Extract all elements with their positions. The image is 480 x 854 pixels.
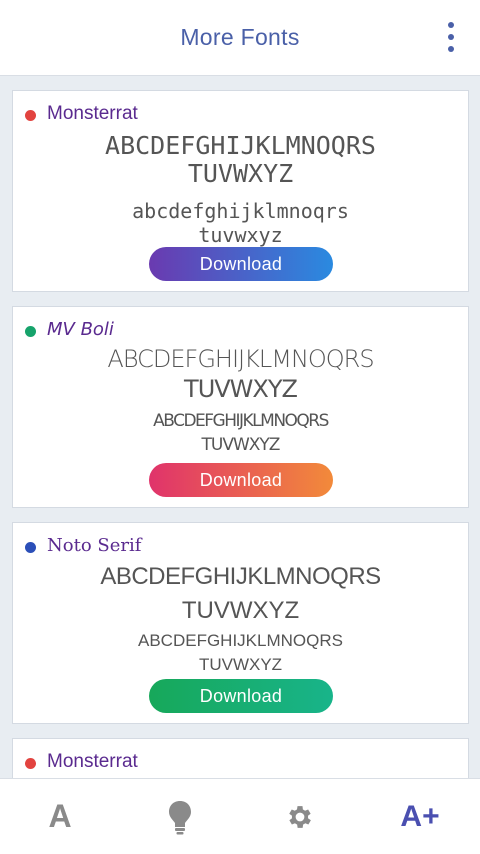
sample-lowercase-line1: ABCDEFGHIJKLMNOQRS [153,411,329,431]
sample-uppercase-line2: TUVWXYZ [184,375,298,403]
font-card: Noto Serif ABCDEFGHIJKLMNOQRS TUVWXYZ AB… [12,522,469,724]
lightbulb-icon [169,800,191,834]
gear-icon [289,805,311,828]
font-name: MV Boli [47,319,114,340]
download-button[interactable]: Download [149,463,333,497]
nav-item-tips[interactable] [140,787,220,847]
font-a-icon: A [48,798,72,834]
status-dot [25,326,36,337]
sample-lowercase-line2: TUVWXYZ [201,435,281,455]
font-card: MV Boli ABCDEFGHIJKLMNOQRS TUVWXYZ ABCDE… [12,306,469,508]
font-list[interactable]: Monsterrat ABCDEFGHIJKLMNOQRS TUVWXYZ ab… [0,76,480,778]
page-title: More Fonts [180,24,300,50]
font-name: Noto Serif [47,535,142,556]
sample-uppercase-line1: ABCDEFGHIJKLMNOQRS [105,131,376,160]
status-dot [25,110,36,121]
sample-lowercase-line2: tuvwxyz [198,223,283,247]
download-button[interactable]: Download [149,679,333,713]
sample-lowercase-line1: abcdefghijklmnoqrs [132,199,349,223]
sample-uppercase-line1: ABCDEFGHIJKLMNOQRS [100,563,381,590]
font-name: Monsterrat [47,751,138,772]
app-header: More Fonts [0,0,480,76]
font-card: Monsterrat [12,738,469,778]
font-add-icon: A+ [400,799,440,833]
font-name: Monsterrat [47,103,138,124]
nav-item-fonts[interactable]: A [20,787,100,847]
nav-item-settings[interactable] [260,787,340,847]
more-vert-icon[interactable] [444,22,458,52]
sample-uppercase-line2: TUVWXYZ [187,159,294,188]
sample-uppercase-line1: ABCDEFGHIJKLMNOQRS [107,345,374,373]
status-dot [25,542,36,553]
bottom-nav: A A+ [0,778,480,854]
status-dot [25,758,36,769]
sample-uppercase-line2: TUVWXYZ [181,597,300,624]
nav-item-more-fonts[interactable]: A+ [380,787,460,847]
download-button[interactable]: Download [149,247,333,281]
sample-lowercase-line2: TUVWXYZ [198,655,283,674]
font-card: Monsterrat ABCDEFGHIJKLMNOQRS TUVWXYZ ab… [12,90,469,292]
sample-lowercase-line1: ABCDEFGHIJKLMNOQRS [138,631,343,650]
